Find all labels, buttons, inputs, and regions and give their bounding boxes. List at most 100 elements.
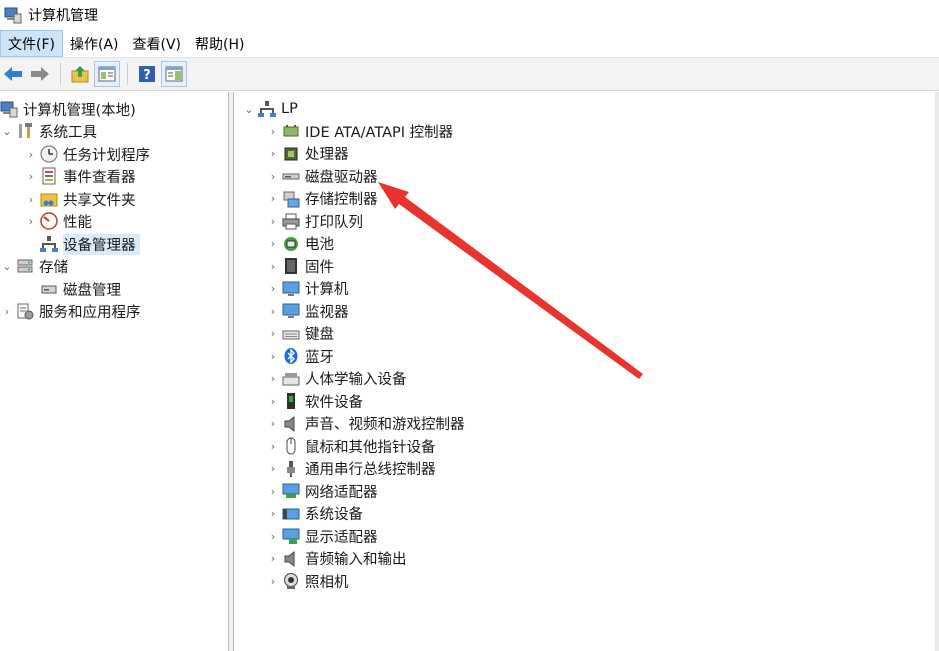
computer-management-icon xyxy=(0,100,18,118)
menu-action[interactable]: 操作(A) xyxy=(63,30,126,57)
chevron-right-icon[interactable]: › xyxy=(266,480,280,502)
chevron-right-icon[interactable]: › xyxy=(266,525,280,547)
monitor-icon xyxy=(282,302,300,320)
menu-view[interactable]: 查看(V) xyxy=(126,30,189,57)
tree-item-task-scheduler[interactable]: › 任务计划程序 xyxy=(24,143,150,165)
storage-icon xyxy=(16,257,34,275)
tree-item-label: 性能 xyxy=(63,214,92,231)
chevron-right-icon[interactable]: › xyxy=(266,120,280,142)
show-hide-console-tree-button[interactable] xyxy=(94,61,120,87)
chevron-right-icon[interactable]: › xyxy=(266,548,280,570)
tree-item-shared-folders[interactable]: › 共享文件夹 xyxy=(24,188,136,210)
chevron-right-icon[interactable]: › xyxy=(266,210,280,232)
toolbar-separator xyxy=(60,63,61,85)
device-category[interactable]: › 存储控制器 xyxy=(266,188,378,210)
chevron-right-icon[interactable]: › xyxy=(266,413,280,435)
show-hide-action-pane-button[interactable] xyxy=(161,61,187,87)
right-scroll-edge[interactable] xyxy=(935,92,939,651)
tree-item-label: 事件查看器 xyxy=(63,169,136,186)
device-category[interactable]: › 声音、视频和游戏控制器 xyxy=(266,413,465,435)
device-category[interactable]: › 软件设备 xyxy=(266,390,363,412)
printer-icon xyxy=(282,212,300,230)
tree-item-label: 任务计划程序 xyxy=(63,147,150,164)
device-category[interactable]: › 系统设备 xyxy=(266,503,363,525)
chevron-right-icon[interactable]: › xyxy=(24,165,38,187)
device-category[interactable]: › 电池 xyxy=(266,233,334,255)
tree-item-disk-management[interactable]: 磁盘管理 xyxy=(38,278,121,300)
console-tree-icon xyxy=(98,66,116,82)
tree-item-label: 共享文件夹 xyxy=(63,192,136,209)
device-category[interactable]: › 打印队列 xyxy=(266,210,363,232)
action-pane-icon xyxy=(165,66,183,82)
device-category[interactable]: › 处理器 xyxy=(266,143,349,165)
chevron-right-icon[interactable]: › xyxy=(266,368,280,390)
help-button[interactable]: ? xyxy=(134,61,160,87)
title-bar: 计算机管理 xyxy=(0,0,939,30)
chevron-right-icon[interactable]: › xyxy=(266,570,280,592)
chevron-right-icon[interactable]: › xyxy=(266,188,280,210)
chevron-right-icon[interactable]: › xyxy=(266,345,280,367)
folder-up-icon xyxy=(71,66,89,83)
chevron-down-icon[interactable]: ⌄ xyxy=(242,98,256,120)
chevron-right-icon[interactable]: › xyxy=(266,390,280,412)
device-category[interactable]: › 固件 xyxy=(266,255,334,277)
menu-file[interactable]: 文件(F) xyxy=(0,30,63,57)
chevron-right-icon[interactable]: › xyxy=(266,503,280,525)
forward-arrow-icon xyxy=(31,67,49,81)
disk-drive-icon xyxy=(282,167,300,185)
chevron-down-icon[interactable]: ⌄ xyxy=(0,255,14,277)
device-category-label: 固件 xyxy=(305,259,334,276)
tree-item-event-viewer[interactable]: › 事件查看器 xyxy=(24,165,136,187)
device-category-label: 网络适配器 xyxy=(305,484,378,501)
device-category-label: 声音、视频和游戏控制器 xyxy=(305,417,465,433)
chevron-right-icon[interactable]: › xyxy=(266,278,280,300)
device-category[interactable]: › 网络适配器 xyxy=(266,480,378,502)
chevron-right-icon[interactable]: › xyxy=(24,143,38,165)
tree-item-storage[interactable]: ⌄ 存储 xyxy=(0,255,68,277)
back-button[interactable] xyxy=(0,61,26,87)
device-category-label: 打印队列 xyxy=(305,214,363,231)
chevron-right-icon[interactable]: › xyxy=(266,323,280,345)
device-category[interactable]: › 监视器 xyxy=(266,300,349,322)
computer-icon xyxy=(258,100,276,118)
system-device-icon xyxy=(282,505,300,523)
chevron-right-icon[interactable]: › xyxy=(0,300,14,322)
forward-button[interactable] xyxy=(27,61,53,87)
device-category[interactable]: › 磁盘驱动器 xyxy=(266,165,378,187)
chevron-right-icon[interactable]: › xyxy=(266,143,280,165)
device-category-label: 蓝牙 xyxy=(305,349,334,366)
menu-help[interactable]: 帮助(H) xyxy=(188,30,251,57)
tree-item-computer-management[interactable]: 计算机管理(本地) xyxy=(0,98,136,120)
device-category[interactable]: › 蓝牙 xyxy=(266,345,334,367)
device-category-label: 鼠标和其他指针设备 xyxy=(305,439,436,456)
device-category[interactable]: › 音频输入和输出 xyxy=(266,548,407,570)
device-root-lp[interactable]: ⌄ LP xyxy=(242,98,298,120)
chevron-down-icon[interactable]: ⌄ xyxy=(0,120,14,142)
bluetooth-icon xyxy=(282,347,300,365)
up-level-button[interactable] xyxy=(67,61,93,87)
chevron-right-icon[interactable]: › xyxy=(266,255,280,277)
device-category[interactable]: › 照相机 xyxy=(266,570,349,592)
tree-item-system-tools[interactable]: ⌄ 系统工具 xyxy=(0,120,97,142)
battery-icon xyxy=(282,235,300,253)
tree-item-device-manager[interactable]: 设备管理器 xyxy=(38,233,140,255)
device-category[interactable]: › 键盘 xyxy=(266,323,334,345)
menu-bar: 文件(F) 操作(A) 查看(V) 帮助(H) xyxy=(0,30,939,58)
device-category[interactable]: › 人体学输入设备 xyxy=(266,368,407,390)
chevron-right-icon[interactable]: › xyxy=(266,435,280,457)
audio-io-icon xyxy=(282,550,300,568)
chevron-right-icon[interactable]: › xyxy=(266,458,280,480)
chevron-right-icon[interactable]: › xyxy=(24,188,38,210)
device-category[interactable]: › 显示适配器 xyxy=(266,525,378,547)
tree-item-performance[interactable]: › 性能 xyxy=(24,210,92,232)
device-category[interactable]: › 鼠标和其他指针设备 xyxy=(266,435,436,457)
tree-item-services-apps[interactable]: › 服务和应用程序 xyxy=(0,300,141,322)
device-category[interactable]: › 计算机 xyxy=(266,278,349,300)
chevron-right-icon[interactable]: › xyxy=(24,210,38,232)
device-category[interactable]: › IDE ATA/ATAPI 控制器 xyxy=(266,120,453,142)
device-category[interactable]: › 通用串行总线控制器 xyxy=(266,458,436,480)
chevron-right-icon[interactable]: › xyxy=(266,300,280,322)
chevron-right-icon[interactable]: › xyxy=(266,233,280,255)
chevron-right-icon[interactable]: › xyxy=(266,165,280,187)
disk-management-icon xyxy=(40,280,58,298)
